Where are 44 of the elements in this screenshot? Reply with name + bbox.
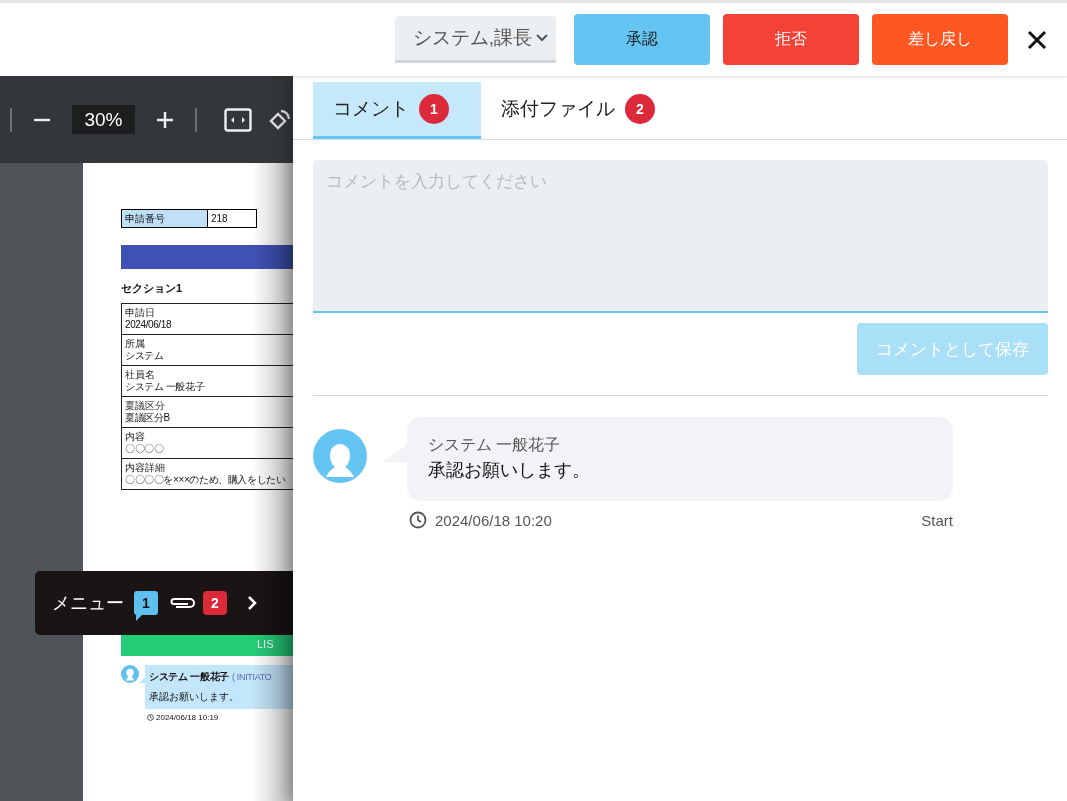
clock-icon xyxy=(147,714,154,721)
field-value: 稟議区分B xyxy=(125,411,171,424)
role-dropdown[interactable]: システム,課長 xyxy=(394,16,556,63)
field-value: システム 一般花子 xyxy=(125,380,206,393)
plus-icon[interactable] xyxy=(156,110,175,129)
comment-author: システム 一般花子 xyxy=(428,435,562,455)
zoom-level[interactable]: 30% xyxy=(71,105,136,134)
field-label: 申請日 xyxy=(125,307,156,318)
fit-width-icon[interactable] xyxy=(224,107,252,132)
field-label: 稟議区分 xyxy=(125,400,166,411)
chevron-right-icon[interactable] xyxy=(247,595,257,611)
comment-message: 承認お願いします。 xyxy=(428,459,591,482)
avatar-icon xyxy=(121,665,139,683)
field-label: 内容詳細 xyxy=(125,462,166,473)
clock-icon xyxy=(409,511,427,529)
tab[interactable]: 添付ファイル 2 xyxy=(481,82,655,139)
count-badge: 2 xyxy=(625,94,655,124)
field-value: システム xyxy=(125,349,165,362)
history-time: 2024/06/18 10:19 xyxy=(156,713,219,722)
comment-count-badge[interactable]: 1 xyxy=(134,591,158,621)
tab[interactable]: コメント 1 xyxy=(313,82,481,139)
comment-time: 2024/06/18 10:20 xyxy=(435,511,552,529)
count-badge: 1 xyxy=(419,94,449,124)
author-name: システム 一般花子 xyxy=(149,671,230,682)
field-label: 社員名 xyxy=(125,369,156,380)
close-icon[interactable] xyxy=(1027,29,1047,50)
field-label: 所属 xyxy=(125,338,146,349)
history-message: 承認お願いします。 xyxy=(149,690,240,704)
field-value: 〇〇〇〇 xyxy=(125,442,165,455)
section-title: セクション1 xyxy=(121,281,184,296)
chevron-down-icon xyxy=(536,34,548,42)
field-value: 〇〇〇〇を×××のため、購入をしたい xyxy=(125,473,287,486)
reject-button[interactable]: 拒否 xyxy=(723,14,859,65)
avatar-icon xyxy=(313,429,367,483)
comment-status: Start xyxy=(921,511,953,529)
field-label: 申請番号 xyxy=(122,210,208,227)
menu-label[interactable]: メニュー xyxy=(52,591,124,615)
paperclip-icon[interactable] xyxy=(168,595,196,611)
field-value: 218 xyxy=(210,212,228,226)
field-label: 内容 xyxy=(125,431,146,442)
approve-button[interactable]: 承認 xyxy=(574,14,710,65)
role-label: ( INITIATO xyxy=(231,672,272,682)
field-value: 2024/06/18 xyxy=(125,318,173,331)
attachment-count-badge[interactable]: 2 xyxy=(203,591,227,615)
